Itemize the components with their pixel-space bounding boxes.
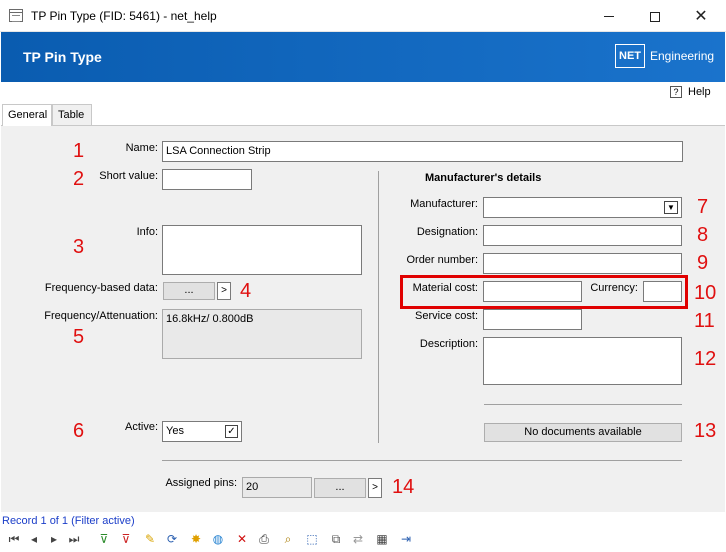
table-edit-icon[interactable]: ▦ [374,531,390,547]
order-number-label: Order number: [406,254,478,266]
info-label: Info: [136,226,158,238]
exit-icon[interactable]: ⇥ [398,531,414,547]
documents-divider [484,404,682,405]
previous-record-icon[interactable]: ◂ [26,531,42,547]
annotation-13: 13 [694,420,717,442]
refresh-icon[interactable]: ⟳ [164,531,180,547]
frequency-data-button[interactable]: ... [163,282,215,300]
manufacturer-dropdown[interactable]: ▼ [483,197,682,218]
active-select[interactable]: Yes ✓ [162,421,242,442]
service-cost-label: Service cost: [415,310,478,322]
print-icon[interactable]: ⎙ [256,531,272,547]
globe-icon[interactable]: ◍ [210,531,226,547]
short-value-label: Short value: [99,170,158,182]
order-number-field[interactable] [483,253,682,274]
annotation-9: 9 [697,252,709,274]
assigned-pins-open-button[interactable]: > [368,478,382,498]
material-cost-label: Material cost: [412,282,478,294]
next-record-icon[interactable]: ▸ [46,531,62,547]
title-bar: TP Pin Type (FID: 5461) - net_help ✕ [0,0,726,32]
annotation-12: 12 [694,348,717,370]
annotation-11: 11 [694,310,715,332]
new-icon[interactable]: ✸ [188,531,204,547]
info-field[interactable] [162,225,362,275]
description-field[interactable] [483,337,682,385]
select-icon[interactable]: ⬚ [304,531,320,547]
annotation-5: 5 [73,326,85,348]
frequency-attenuation-label: Frequency/Attenuation: [44,310,158,322]
assigned-pins-button[interactable]: ... [314,478,366,498]
close-button[interactable]: ✕ [678,0,724,32]
assigned-pins-field: 20 [242,477,312,498]
link-icon[interactable]: ⇄ [350,531,366,547]
description-label: Description: [419,338,478,350]
chevron-down-icon[interactable]: ▼ [664,201,678,214]
annotation-2: 2 [73,168,85,190]
annotation-6: 6 [73,420,85,442]
frequency-attenuation-field: 16.8kHz/ 0.800dB [162,309,362,359]
active-value: Yes [166,425,184,437]
record-status: Record 1 of 1 (Filter active) [2,515,135,527]
tab-general[interactable]: General [2,104,52,126]
delete-icon[interactable]: ✕ [234,531,250,547]
form-heading: TP Pin Type [23,49,102,65]
help-label: Help [688,86,711,98]
service-cost-field[interactable] [483,309,582,330]
app-icon [9,9,23,22]
annotation-8: 8 [697,224,709,246]
assigned-pins-label: Assigned pins: [165,477,237,489]
annotation-14: 14 [392,476,415,498]
bottom-divider [162,460,682,461]
designation-label: Designation: [416,226,478,238]
short-value-field[interactable] [162,169,252,190]
edit-icon[interactable]: ✎ [142,531,158,547]
annotation-3: 3 [73,236,85,258]
annotation-4: 4 [240,280,252,302]
copy-icon[interactable]: ⧉ [328,531,344,547]
checkmark-icon: ✓ [225,425,238,438]
help-icon: ? [670,86,682,98]
name-field[interactable]: LSA Connection Strip [162,141,683,162]
frequency-data-label: Frequency-based data: [44,282,158,294]
frequency-data-open-button[interactable]: > [217,282,231,300]
minimize-icon [604,16,614,17]
filter-add-icon[interactable]: ⊽ [96,531,112,547]
annotation-1: 1 [73,140,85,162]
manufacturer-label: Manufacturer: [410,198,478,210]
maximize-button[interactable] [632,0,678,32]
window-title: TP Pin Type (FID: 5461) - net_help [31,9,217,23]
no-documents-button[interactable]: No documents available [484,423,682,442]
currency-label: Currency: [590,282,638,294]
record-toolbar: ⏮ ◂ ▸ ⏭ ⊽ ⊽ ✎ ⟳ ✸ ◍ ✕ ⎙ ⌕ ⬚ ⧉ ⇄ ▦ ⇥ [6,529,722,549]
name-label: Name: [125,142,158,154]
minimize-button[interactable] [586,0,632,32]
close-icon: ✕ [694,6,708,25]
column-separator [378,171,379,443]
manufacturer-section-title: Manufacturer's details [425,172,542,184]
currency-field[interactable] [643,281,682,302]
first-record-icon[interactable]: ⏮ [6,531,22,547]
brand-logo-word: Engineering [650,49,715,63]
active-label: Active: [124,421,158,433]
tab-table[interactable]: Table [52,104,92,125]
brand-logo-box: NET [615,44,645,68]
annotation-7: 7 [697,196,709,218]
designation-field[interactable] [483,225,682,246]
annotation-10: 10 [694,282,717,304]
material-cost-field[interactable] [483,281,582,302]
search-icon[interactable]: ⌕ [280,531,296,547]
last-record-icon[interactable]: ⏭ [66,531,82,547]
form-header: TP Pin Type NET Engineering [1,32,725,82]
filter-remove-icon[interactable]: ⊽ [118,531,134,547]
maximize-icon [650,11,660,22]
